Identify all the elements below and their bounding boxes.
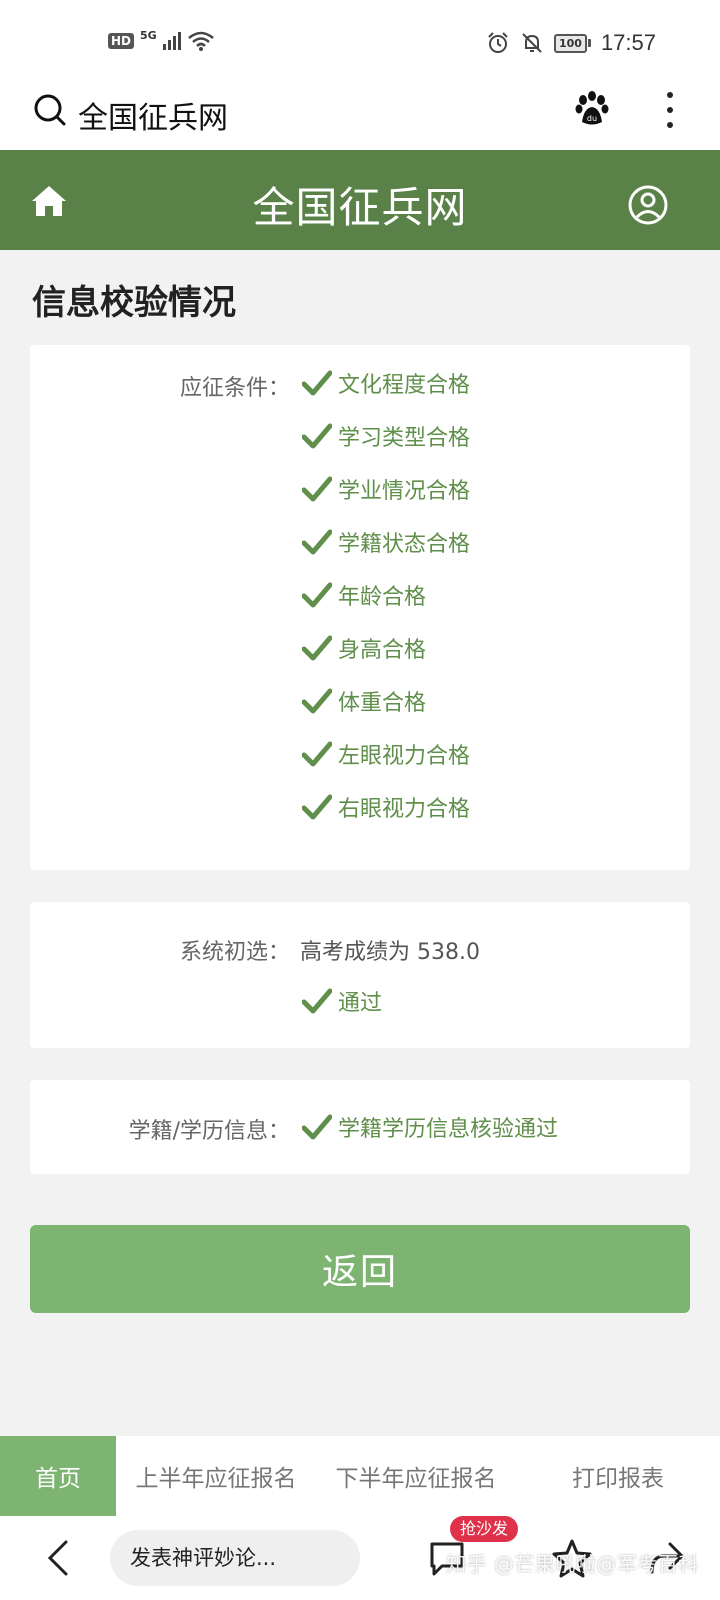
screening-result-text: 通过 [338, 991, 383, 1016]
education-result-text: 学籍学历信息核验通过 [338, 1117, 559, 1142]
site-title: 全国征兵网 [252, 183, 468, 232]
nav-tab-first-half-signup[interactable]: 上半年应征报名 [116, 1436, 316, 1516]
condition-item: 学籍状态合格 [302, 526, 470, 558]
check-icon [302, 688, 332, 714]
check-icon [302, 423, 332, 449]
comment-input[interactable]: 发表神评妙论... [110, 1530, 360, 1586]
condition-text: 左眼视力合格 [338, 744, 471, 769]
condition-item: 身高合格 [302, 632, 426, 664]
nav-tab-home[interactable]: 首页 [0, 1436, 116, 1516]
condition-item: 学习类型合格 [302, 420, 470, 452]
site-bottom-nav: 首页 上半年应征报名 下半年应征报名 打印报表 [0, 1436, 720, 1516]
mute-bell-icon [522, 33, 542, 53]
screening-card: 系统初选： 高考成绩为 538.0 通过 [30, 902, 690, 1048]
site-header: 全国征兵网 [0, 150, 720, 250]
conditions-card: 应征条件： 文化程度合格 学习类型合格 学业情况合格 学籍状态合格 年龄合格身高合格体重… [30, 345, 690, 870]
screening-label: 系统初选： [179, 940, 290, 965]
sofa-badge: 抢沙发 [450, 1516, 519, 1542]
alarm-icon [488, 32, 508, 53]
status-left: HD 5G [108, 28, 215, 52]
check-icon [302, 1114, 332, 1140]
signal-icon [162, 32, 181, 50]
baidu-paw-icon[interactable]: du [574, 90, 610, 128]
watermark: 知乎 @芒果吼啦@军考百科 [446, 1552, 699, 1576]
back-button[interactable]: 返回 [30, 1225, 690, 1313]
battery-icon: 100 [553, 33, 591, 53]
condition-item: 学业情况合格 [302, 473, 470, 505]
conditions-label: 应征条件： [179, 376, 290, 401]
condition-item: 文化程度合格 [302, 367, 470, 399]
condition-item: 体重合格 [302, 685, 426, 717]
education-label: 学籍/学历信息： [128, 1119, 290, 1144]
check-icon [302, 476, 332, 502]
wifi-icon [187, 31, 214, 51]
condition-text: 身高合格 [338, 638, 427, 663]
clock: 17:57 [600, 30, 656, 55]
status-right: 100 17:57 [486, 30, 656, 56]
condition-text: 右眼视力合格 [338, 797, 471, 822]
nav-tab-print-report[interactable]: 打印报表 [516, 1436, 720, 1516]
check-icon [302, 635, 332, 661]
back-arrow-icon[interactable] [44, 1538, 72, 1578]
check-icon [302, 794, 332, 820]
browser-search-text[interactable]: 全国征兵网 [78, 93, 228, 137]
screening-result: 通过 [302, 985, 382, 1017]
check-icon [302, 582, 332, 608]
check-icon [302, 529, 332, 555]
condition-item: 左眼视力合格 [302, 738, 470, 770]
network-type: 5G [140, 28, 157, 42]
condition-text: 学习类型合格 [338, 426, 471, 451]
condition-text: 年龄合格 [338, 585, 427, 610]
condition-text: 学业情况合格 [338, 479, 471, 504]
exam-score: 高考成绩为 538.0 [300, 940, 480, 965]
education-result: 学籍学历信息核验通过 [302, 1111, 558, 1143]
condition-item: 年龄合格 [302, 579, 426, 611]
status-bar: HD 5G 100 17:57 [0, 0, 720, 76]
condition-text: 文化程度合格 [338, 373, 471, 398]
nav-tab-second-half-signup[interactable]: 下半年应征报名 [316, 1436, 516, 1516]
browser-bottom-bar: 发表神评妙论... 抢沙发 知乎 @芒果吼啦@军考百科 [0, 1516, 720, 1600]
user-icon[interactable] [627, 184, 669, 226]
check-icon [302, 370, 332, 396]
check-icon [302, 741, 332, 767]
page-title: 信息校验情况 [32, 283, 236, 323]
condition-item: 右眼视力合格 [302, 791, 470, 823]
condition-text: 体重合格 [338, 691, 427, 716]
check-icon [302, 988, 332, 1014]
battery-level: 100 [553, 33, 587, 53]
hd-badge: HD [108, 33, 135, 49]
browser-bar[interactable]: 全国征兵网 du [0, 76, 720, 150]
more-options-icon[interactable] [666, 92, 674, 128]
search-icon[interactable] [32, 92, 68, 130]
svg-text:du: du [587, 114, 597, 123]
condition-text: 学籍状态合格 [338, 532, 471, 557]
education-card: 学籍/学历信息： 学籍学历信息核验通过 [30, 1080, 690, 1174]
